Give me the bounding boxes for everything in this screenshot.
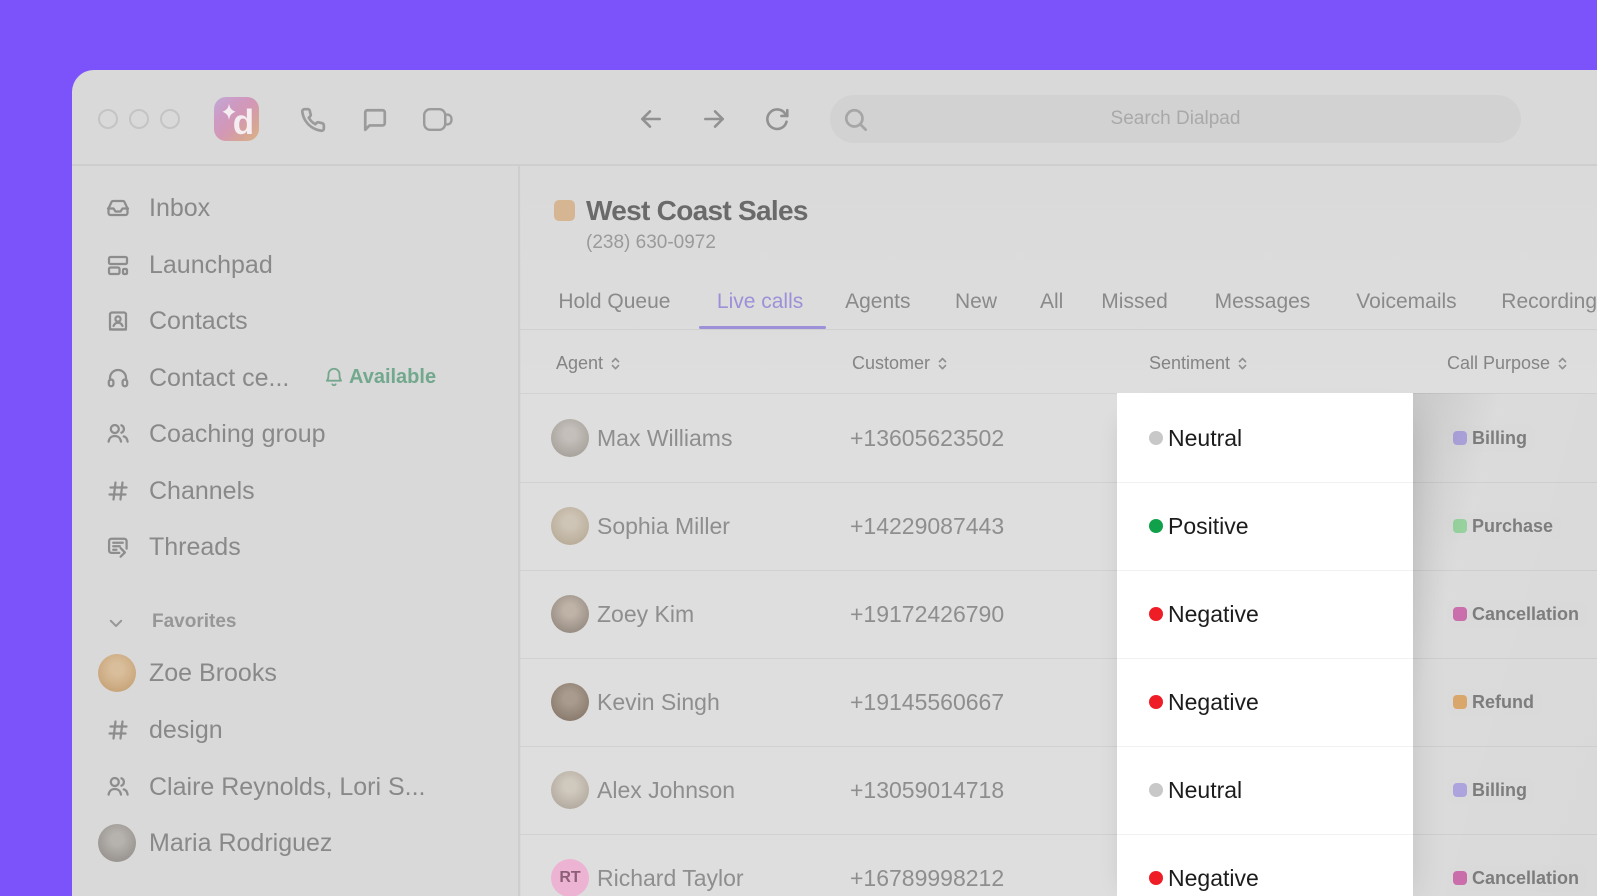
svg-text:d: d <box>233 103 254 141</box>
